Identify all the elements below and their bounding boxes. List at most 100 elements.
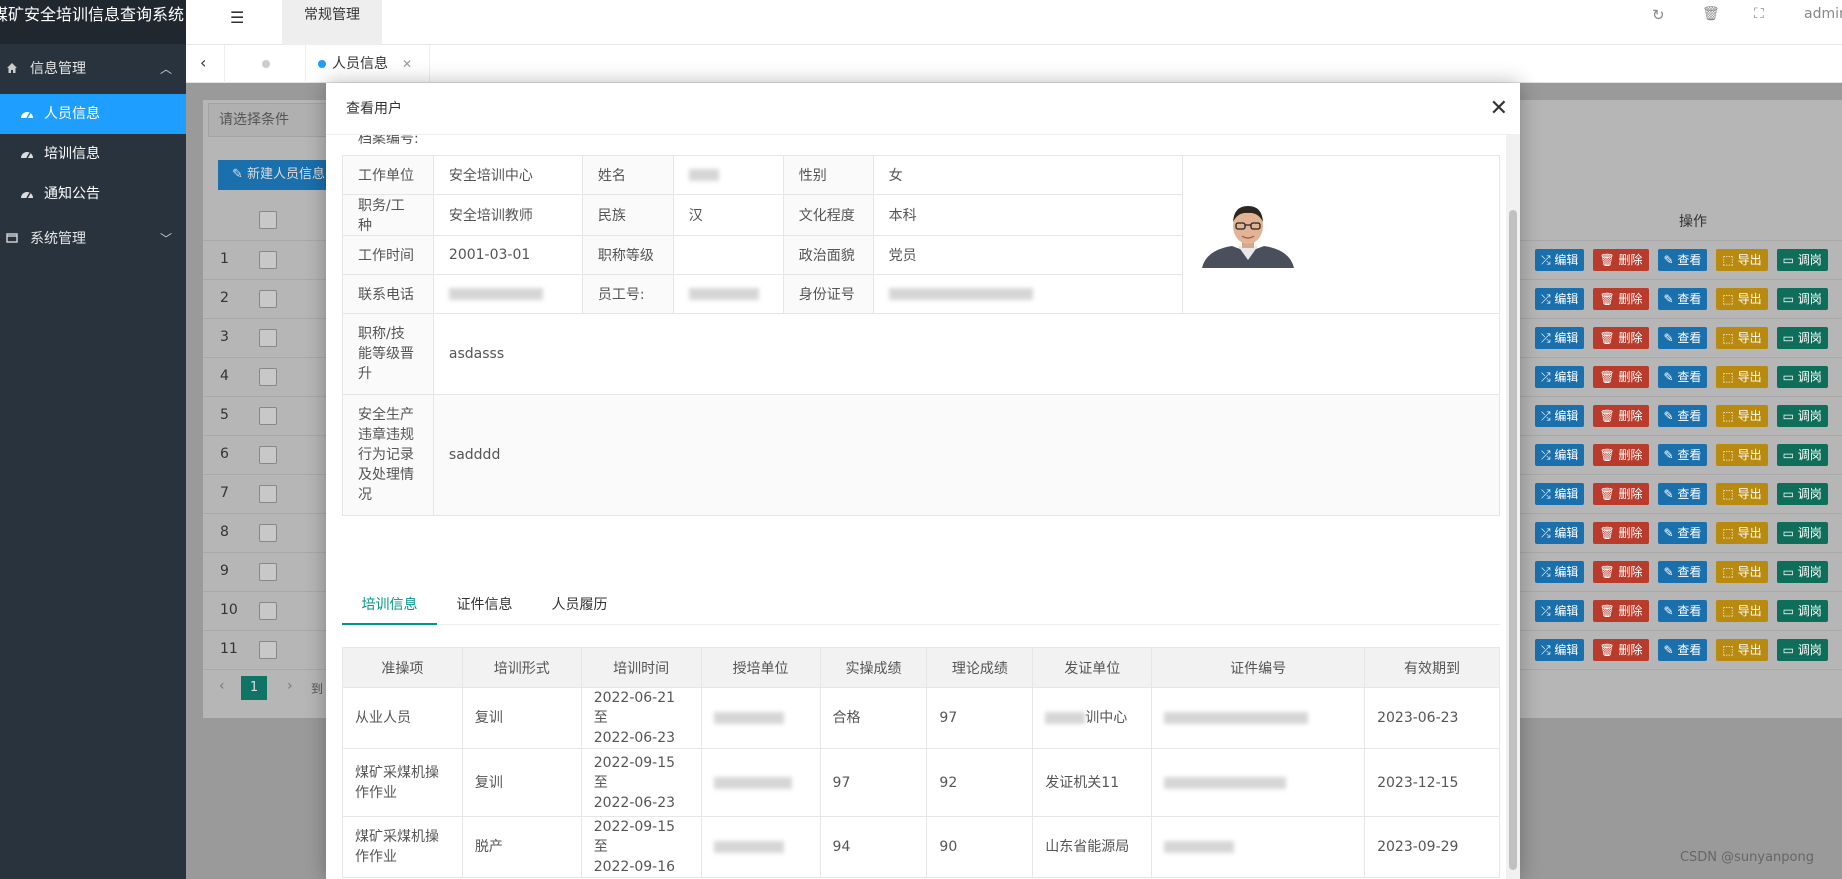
tab-training[interactable]: 培训信息 (342, 585, 437, 625)
user-name[interactable]: admin (1804, 6, 1842, 22)
delete-button[interactable]: 🗑 删除 (1593, 522, 1649, 544)
delete-button[interactable]: 🗑 删除 (1593, 561, 1649, 583)
view-button[interactable]: ✎ 查看 (1657, 249, 1708, 271)
row-checkbox[interactable] (259, 524, 277, 542)
export-button[interactable]: ⬚ 导出 (1716, 366, 1768, 388)
close-icon[interactable]: ✕ (1490, 83, 1508, 135)
view-button[interactable]: ✎ 查看 (1657, 366, 1708, 388)
edit-button[interactable]: ⤮ 编辑 (1535, 444, 1585, 466)
edit-button[interactable]: ⤮ 编辑 (1535, 522, 1585, 544)
row-checkbox[interactable] (259, 407, 277, 425)
top-menu-label: 常规管理 (304, 7, 360, 23)
tab-prev-icon[interactable]: ‹ (200, 53, 206, 72)
delete-button[interactable]: 🗑 删除 (1593, 600, 1649, 622)
edit-button[interactable]: ⤮ 编辑 (1535, 366, 1585, 388)
edit-button[interactable]: ⤮ 编辑 (1535, 600, 1585, 622)
adjust-button[interactable]: ▭ 调岗 (1776, 561, 1828, 583)
adjust-button[interactable]: ▭ 调岗 (1776, 288, 1828, 310)
row-checkbox[interactable] (259, 290, 277, 308)
export-button[interactable]: ⬚ 导出 (1716, 444, 1768, 466)
adjust-button[interactable]: ▭ 调岗 (1776, 249, 1828, 271)
delete-button[interactable]: 🗑 删除 (1593, 288, 1649, 310)
export-button[interactable]: ⬚ 导出 (1716, 639, 1768, 661)
row-checkbox[interactable] (259, 485, 277, 503)
view-button[interactable]: ✎ 查看 (1657, 639, 1708, 661)
export-button[interactable]: ⬚ 导出 (1716, 327, 1768, 349)
row-checkbox[interactable] (259, 602, 277, 620)
row-checkbox[interactable] (259, 368, 277, 386)
adjust-button[interactable]: ▭ 调岗 (1776, 366, 1828, 388)
view-button[interactable]: ✎ 查看 (1657, 561, 1708, 583)
adjust-button[interactable]: ▭ 调岗 (1776, 522, 1828, 544)
next-page-icon[interactable]: › (287, 678, 293, 694)
edit-button[interactable]: ⤮ 编辑 (1535, 483, 1585, 505)
view-button[interactable]: ✎ 查看 (1657, 483, 1708, 505)
delete-button[interactable]: 🗑 删除 (1593, 366, 1649, 388)
export-button[interactable]: ⬚ 导出 (1716, 561, 1768, 583)
phone-redacted (448, 288, 543, 300)
delete-button[interactable]: 🗑 删除 (1593, 405, 1649, 427)
dialog-header: 查看用户 ✕ (326, 83, 1520, 135)
export-button[interactable]: ⬚ 导出 (1716, 405, 1768, 427)
export-button[interactable]: ⬚ 导出 (1716, 249, 1768, 271)
adjust-icon: ▭ (1782, 526, 1798, 540)
id-label: 身份证号 (782, 274, 874, 314)
sidebar-item-training[interactable]: 培训信息 (0, 134, 186, 174)
page-current[interactable]: 1 (241, 676, 267, 700)
adjust-button[interactable]: ▭ 调岗 (1776, 600, 1828, 622)
adjust-button[interactable]: ▭ 调岗 (1776, 483, 1828, 505)
export-button[interactable]: ⬚ 导出 (1716, 600, 1768, 622)
view-button[interactable]: ✎ 查看 (1657, 405, 1708, 427)
action-label: 调岗 (1797, 331, 1822, 345)
edit-button[interactable]: ⤮ 编辑 (1535, 249, 1585, 271)
delete-button[interactable]: 🗑 删除 (1593, 327, 1649, 349)
delete-button[interactable]: 🗑 删除 (1593, 639, 1649, 661)
adjust-button[interactable]: ▭ 调岗 (1776, 327, 1828, 349)
clear-icon[interactable]: 🗑 (1702, 6, 1720, 22)
row-checkbox[interactable] (259, 446, 277, 464)
edit-button[interactable]: ⤮ 编辑 (1535, 327, 1585, 349)
row-checkbox[interactable] (259, 641, 277, 659)
fullscreen-icon[interactable]: ⛶ (1754, 6, 1764, 22)
view-button[interactable]: ✎ 查看 (1657, 600, 1708, 622)
delete-button[interactable]: 🗑 删除 (1593, 249, 1649, 271)
delete-button[interactable]: 🗑 删除 (1593, 444, 1649, 466)
sidebar-item-notice[interactable]: 通知公告 (0, 174, 186, 214)
edit-button[interactable]: ⤮ 编辑 (1535, 561, 1585, 583)
adjust-button[interactable]: ▭ 调岗 (1776, 444, 1828, 466)
refresh-icon[interactable]: ↻ (1652, 6, 1665, 24)
export-button[interactable]: ⬚ 导出 (1716, 522, 1768, 544)
row-checkbox[interactable] (259, 251, 277, 269)
export-button[interactable]: ⬚ 导出 (1716, 288, 1768, 310)
tab-history[interactable]: 人员履历 (532, 585, 627, 625)
tab-personnel[interactable]: 人员信息 ✕ (306, 45, 430, 83)
edit-button[interactable]: ⤮ 编辑 (1535, 288, 1585, 310)
nav-group-system[interactable]: 系统管理 ﹀ (0, 214, 186, 264)
adjust-button[interactable]: ▭ 调岗 (1776, 405, 1828, 427)
view-button[interactable]: ✎ 查看 (1657, 444, 1708, 466)
export-button[interactable]: ⬚ 导出 (1716, 483, 1768, 505)
delete-button[interactable]: 🗑 删除 (1593, 483, 1649, 505)
new-person-button[interactable]: ✎ 新建人员信息 (218, 160, 326, 190)
edit-button[interactable]: ⤮ 编辑 (1535, 639, 1585, 661)
dialog-scrollbar[interactable] (1506, 135, 1520, 879)
menu-toggle-icon[interactable]: ☰ (230, 8, 244, 27)
theory-cell: 92 (926, 748, 1034, 817)
sidebar-item-personnel[interactable]: 人员信息 (0, 94, 186, 134)
view-button[interactable]: ✎ 查看 (1657, 327, 1708, 349)
top-menu-active[interactable]: 常规管理 (282, 0, 382, 45)
filter-select[interactable]: 请选择条件 (208, 103, 328, 137)
row-checkbox[interactable] (259, 329, 277, 347)
close-icon[interactable]: ✕ (402, 45, 412, 83)
row-checkbox[interactable] (259, 563, 277, 581)
nav-group-info[interactable]: 信息管理 ︿ (0, 44, 186, 94)
tab-home[interactable] (224, 45, 306, 83)
view-button[interactable]: ✎ 查看 (1657, 522, 1708, 544)
view-button[interactable]: ✎ 查看 (1657, 288, 1708, 310)
edit-button[interactable]: ⤮ 编辑 (1535, 405, 1585, 427)
tab-certificates[interactable]: 证件信息 (437, 585, 532, 625)
adjust-button[interactable]: ▭ 调岗 (1776, 639, 1828, 661)
header-checkbox[interactable] (259, 211, 277, 229)
prev-page-icon[interactable]: ‹ (219, 678, 225, 694)
scrollbar-thumb[interactable] (1509, 210, 1517, 870)
